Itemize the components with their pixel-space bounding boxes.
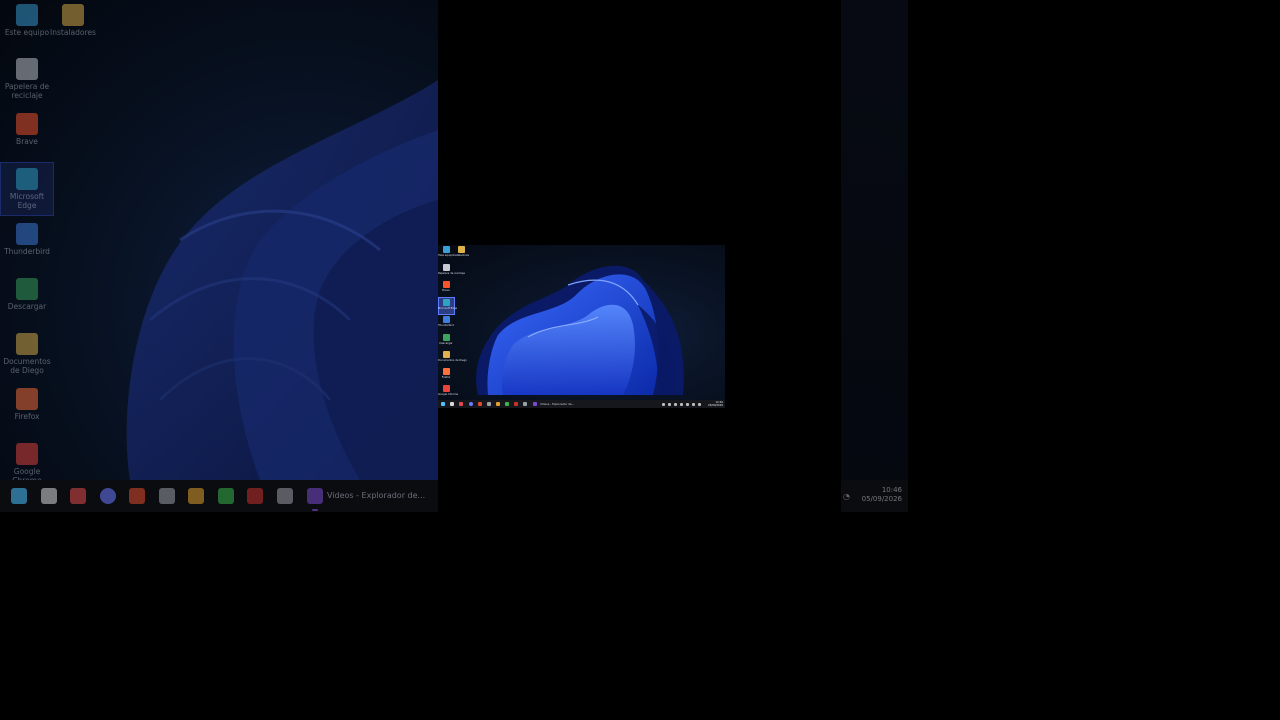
apps-icon[interactable] [159, 488, 175, 504]
mini-desktop-icon-este-equipo[interactable]: Este equipo [438, 246, 454, 257]
explorer-window-icon[interactable] [533, 402, 537, 406]
active-window-indicator [312, 509, 318, 511]
thunderbird-icon [16, 223, 38, 245]
mini-desktop-icon-brave[interactable]: Brave [438, 281, 454, 292]
mini-desktop-icon-papelera[interactable]: Papelera de reciclaje [438, 264, 465, 275]
background-desktop-zoom: Este equipo Instaladores Papelera de rec… [0, 0, 438, 512]
start-icon[interactable] [11, 488, 27, 504]
mini-desktop-icon-documentos[interactable]: Documentos de Diego [438, 351, 467, 362]
desktop-icon-firefox[interactable]: Firefox [0, 388, 54, 421]
obs-icon[interactable] [469, 402, 473, 406]
chrome-icon [16, 443, 38, 465]
computer-icon [442, 246, 450, 253]
store-icon[interactable] [218, 488, 234, 504]
brave-icon [16, 113, 38, 135]
clock[interactable]: 10:46 05/09/2026 [708, 401, 723, 407]
edge-icon [16, 168, 38, 190]
recycle-bin-icon [16, 58, 38, 80]
desktop-icon-descargar[interactable]: Descargar [0, 278, 54, 311]
clock-zoom[interactable]: 10:46 05/09/2026 [862, 486, 902, 504]
folder-icon [16, 333, 38, 355]
firefox-icon [16, 388, 38, 410]
edge-icon [442, 299, 450, 306]
desktop-icon-documentos[interactable]: Documentos de Diego [0, 333, 54, 375]
settings-icon[interactable] [686, 403, 689, 406]
folder-icon [442, 351, 450, 358]
volume-icon[interactable] [680, 403, 683, 406]
file-explorer-icon[interactable] [41, 488, 57, 504]
folder-icon [457, 246, 465, 253]
desktop-icon-papelera[interactable]: Papelera de reciclaje [0, 58, 54, 100]
thunderbird-icon [442, 316, 450, 323]
desktop-icon-edge[interactable]: Microsoft Edge [0, 168, 54, 210]
desktop-screenshot: Este equipo Instaladores Papelera de rec… [438, 245, 725, 408]
notification-icon[interactable]: ◔ [843, 492, 850, 501]
antivirus-icon[interactable] [514, 402, 518, 406]
taskbar-window-label[interactable]: Videos - Explorador de... [540, 402, 574, 406]
paint-icon[interactable] [129, 488, 145, 504]
recycle-bin-icon [442, 264, 450, 271]
wallpaper-bloom-mini [476, 265, 684, 395]
mini-desktop-icon-edge[interactable]: Microsoft Edge [438, 299, 457, 310]
obs-icon[interactable] [100, 488, 116, 504]
language-icon[interactable] [698, 403, 701, 406]
mini-desktop-icon-firefox[interactable]: Firefox [438, 368, 454, 379]
clipboard-icon[interactable] [277, 488, 293, 504]
pen-icon[interactable] [70, 488, 86, 504]
taskbar-zoom: Videos - Explorador de... [0, 480, 438, 512]
background-right-strip: ◔ 10:46 05/09/2026 [841, 0, 908, 512]
desktop-icon-instaladores[interactable]: Instaladores [46, 4, 100, 37]
explorer-window-icon[interactable] [307, 488, 323, 504]
search-icon[interactable] [668, 403, 671, 406]
apps-icon[interactable] [487, 402, 491, 406]
taskbar-zoom-right: ◔ 10:46 05/09/2026 [841, 480, 908, 512]
wallpaper-bloom [126, 80, 438, 480]
taskbar-window-label[interactable]: Videos - Explorador de... [327, 491, 425, 500]
store-icon[interactable] [505, 402, 509, 406]
download-icon [16, 278, 38, 300]
desktop-icon-thunderbird[interactable]: Thunderbird [0, 223, 54, 256]
desktop-icon-chrome[interactable]: Google Chrome [0, 443, 54, 485]
chrome-icon [442, 385, 450, 392]
chevron-up-icon[interactable] [662, 403, 665, 406]
firefox-icon [442, 368, 450, 375]
file-explorer-icon[interactable] [450, 402, 454, 406]
mini-desktop-icon-chrome[interactable]: Google Chrome [438, 385, 458, 396]
start-icon[interactable] [441, 402, 445, 406]
taskbar: Videos - Explorador de... 10:46 05/09/20… [438, 400, 725, 408]
clipboard-icon[interactable] [523, 402, 527, 406]
game-icon[interactable] [496, 402, 500, 406]
mini-desktop-icon-instaladores[interactable]: Instaladores [453, 246, 469, 257]
mini-desktop-icon-descargar[interactable]: Descargar [438, 334, 454, 345]
antivirus-icon[interactable] [247, 488, 263, 504]
brave-icon [442, 281, 450, 288]
computer-icon [16, 4, 38, 26]
network-icon[interactable] [674, 403, 677, 406]
folder-icon [62, 4, 84, 26]
desktop-icon-brave[interactable]: Brave [0, 113, 54, 146]
mini-desktop-icon-thunderbird[interactable]: Thunderbird [438, 316, 454, 327]
download-icon [442, 334, 450, 341]
game-icon[interactable] [188, 488, 204, 504]
battery-icon[interactable] [692, 403, 695, 406]
pen-icon[interactable] [459, 402, 463, 406]
paint-icon[interactable] [478, 402, 482, 406]
